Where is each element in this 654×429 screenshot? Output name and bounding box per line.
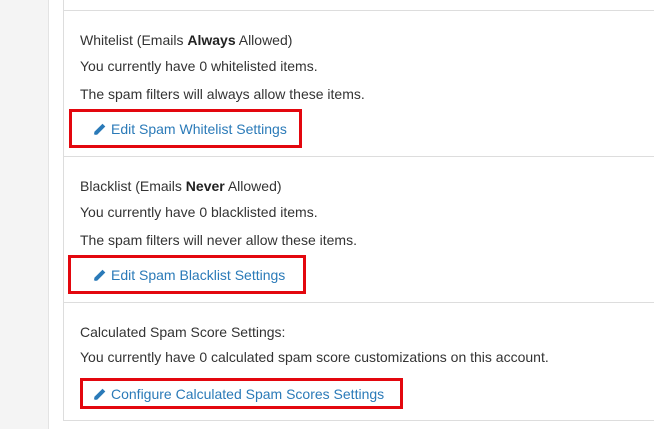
blacklist-count: You currently have 0 blacklisted items.	[80, 204, 318, 220]
edit-spam-whitelist-link[interactable]: Edit Spam Whitelist Settings	[92, 120, 287, 138]
calculated-score-section: Calculated Spam Score Settings: You curr…	[64, 302, 654, 421]
configure-spam-scores-label: Configure Calculated Spam Scores Setting…	[111, 386, 385, 402]
score-count: You currently have 0 calculated spam sco…	[80, 349, 549, 365]
blacklist-title-post: Allowed)	[224, 178, 282, 194]
whitelist-description: The spam filters will always allow these…	[80, 86, 365, 102]
whitelist-title: Whitelist (Emails Always Allowed)	[80, 31, 292, 49]
blacklist-title: Blacklist (Emails Never Allowed)	[80, 177, 282, 195]
left-sidebar	[0, 0, 49, 429]
pencil-icon	[93, 388, 106, 401]
whitelist-section: Whitelist (Emails Always Allowed) You cu…	[64, 10, 654, 157]
blacklist-title-bold: Never	[185, 178, 225, 194]
blacklist-description: The spam filters will never allow these …	[80, 232, 357, 248]
blacklist-title-pre: Blacklist (Emails	[80, 178, 186, 194]
edit-spam-blacklist-label: Edit Spam Blacklist Settings	[111, 267, 286, 283]
whitelist-title-post: Allowed)	[235, 32, 293, 48]
sidebar-gutter	[49, 0, 63, 429]
pencil-icon	[93, 269, 106, 282]
configure-spam-scores-link[interactable]: Configure Calculated Spam Scores Setting…	[92, 385, 384, 403]
edit-spam-blacklist-link[interactable]: Edit Spam Blacklist Settings	[92, 266, 285, 284]
edit-spam-whitelist-label: Edit Spam Whitelist Settings	[111, 121, 287, 137]
whitelist-title-pre: Whitelist (Emails	[80, 32, 188, 48]
blacklist-section: Blacklist (Emails Never Allowed) You cur…	[64, 156, 654, 303]
pencil-icon	[93, 123, 106, 136]
whitelist-count: You currently have 0 whitelisted items.	[80, 58, 318, 74]
score-title: Calculated Spam Score Settings:	[80, 324, 286, 340]
whitelist-title-bold: Always	[187, 32, 236, 48]
spam-filter-panel: Whitelist (Emails Always Allowed) You cu…	[63, 0, 654, 421]
